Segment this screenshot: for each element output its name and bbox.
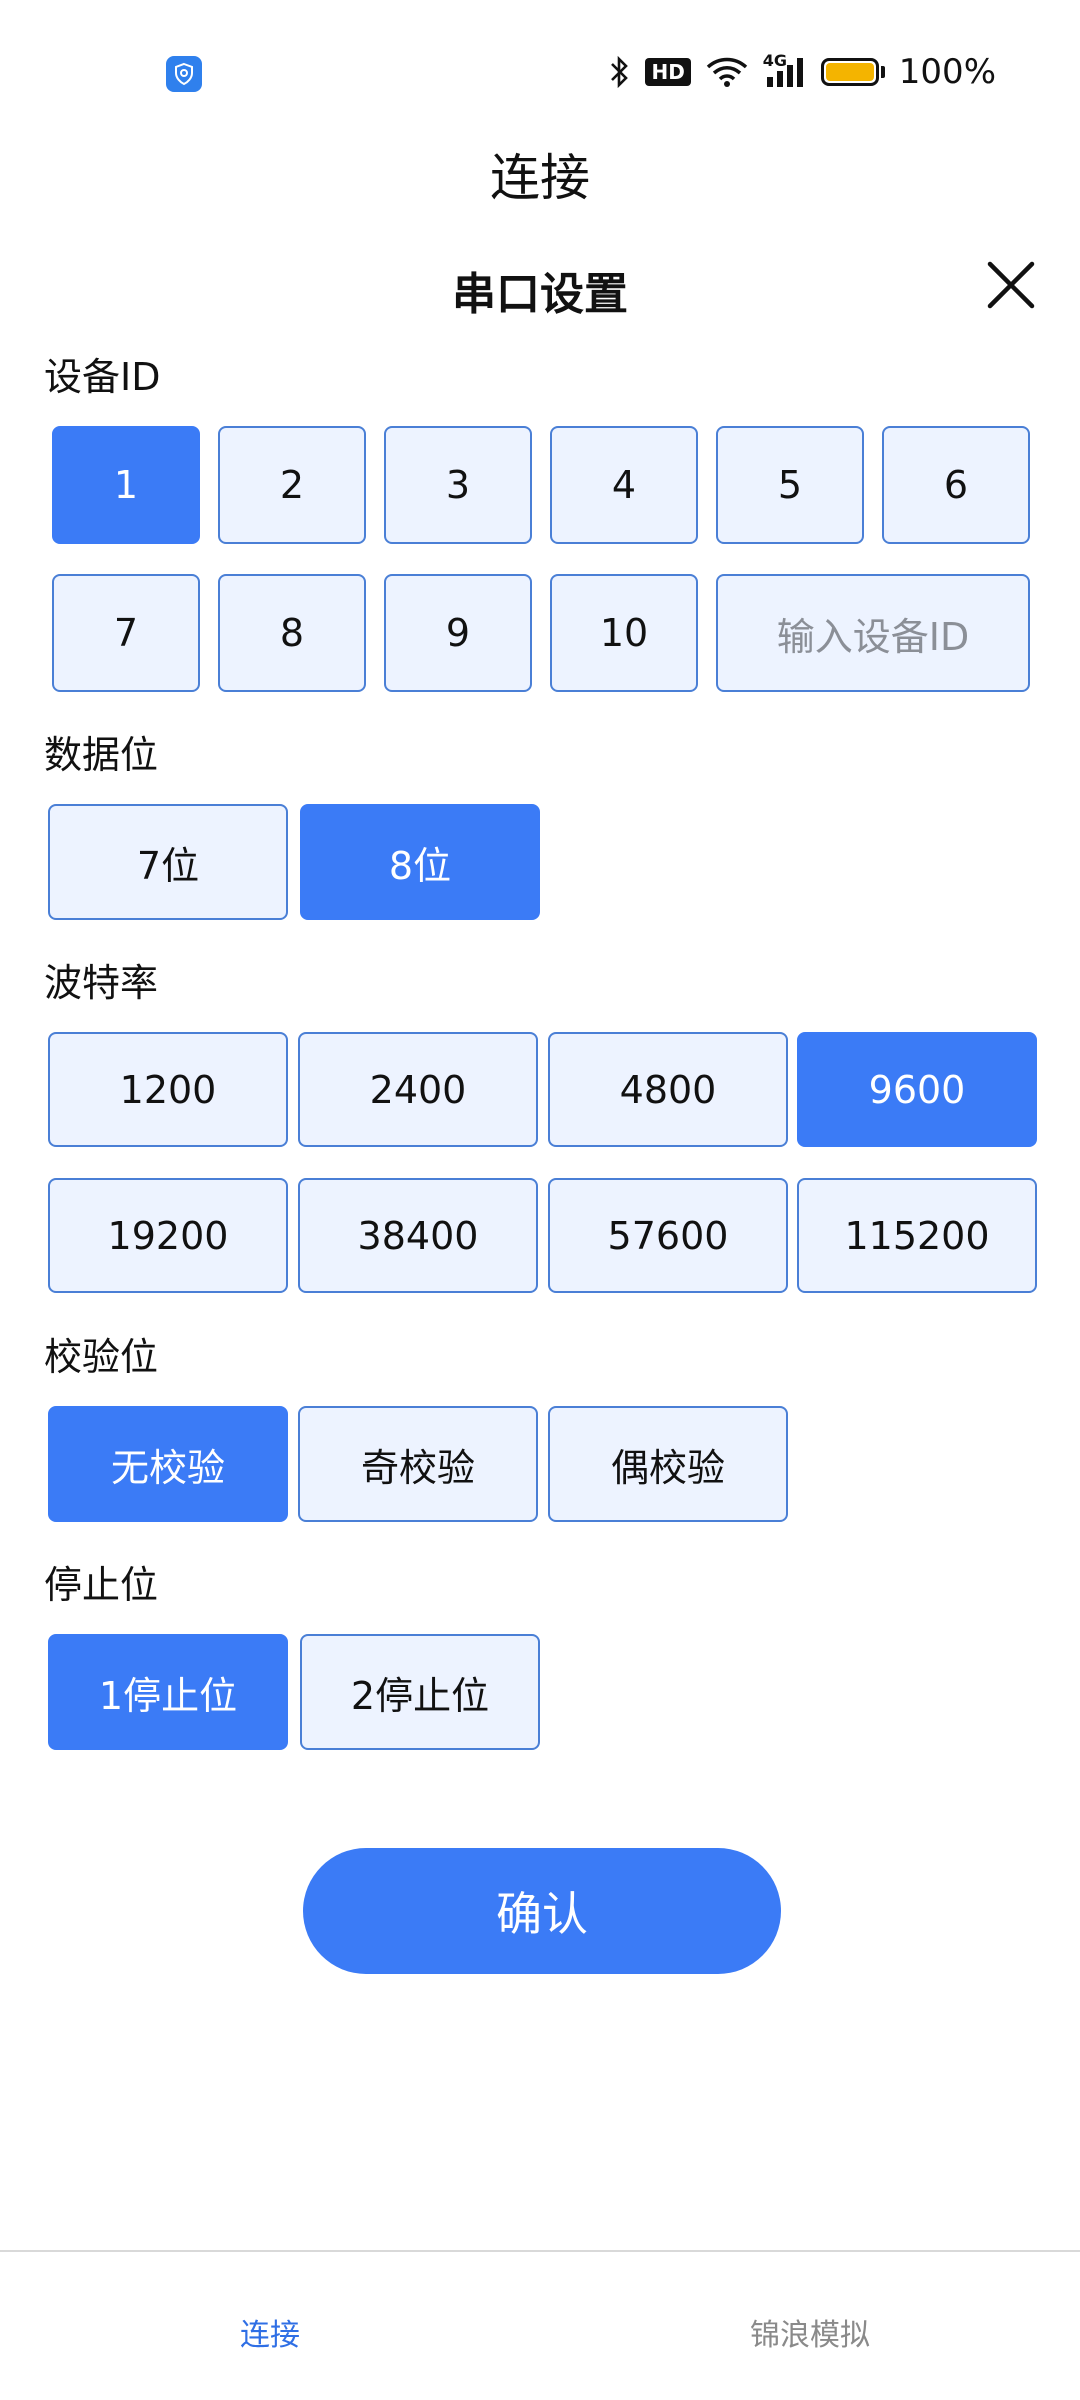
device-id-option-5[interactable]: 5 [716, 426, 864, 544]
device-id-option-3[interactable]: 3 [384, 426, 532, 544]
bottom-nav-divider [0, 2250, 1080, 2252]
stop-bits-option-1[interactable]: 1停止位 [48, 1634, 288, 1750]
baud-rate-option-9600[interactable]: 9600 [797, 1032, 1037, 1147]
battery-icon [820, 58, 885, 86]
battery-fill [825, 63, 874, 81]
device-id-option-7[interactable]: 7 [52, 574, 200, 692]
device-id-option-1[interactable]: 1 [52, 426, 200, 544]
data-bits-option-8[interactable]: 8位 [300, 804, 540, 920]
shield-icon [166, 56, 202, 92]
wifi-icon [705, 55, 749, 89]
data-bits-label: 数据位 [44, 733, 159, 777]
network-type-label: 4G [762, 51, 788, 70]
dialog-title: 串口设置 [452, 269, 628, 320]
parity-label: 校验位 [44, 1335, 159, 1379]
baud-rate-option-1200[interactable]: 1200 [48, 1032, 288, 1147]
baud-rate-option-115200[interactable]: 115200 [797, 1178, 1037, 1293]
baud-rate-option-4800[interactable]: 4800 [548, 1032, 788, 1147]
bottom-tab-jinlang-simulation[interactable]: 锦浪模拟 [750, 2310, 870, 2354]
stop-bits-label: 停止位 [44, 1563, 159, 1607]
device-id-option-8[interactable]: 8 [218, 574, 366, 692]
device-id-option-9[interactable]: 9 [384, 574, 532, 692]
device-id-input[interactable]: 输入设备ID [716, 574, 1030, 692]
stop-bits-option-2[interactable]: 2停止位 [300, 1634, 540, 1750]
data-bits-option-7[interactable]: 7位 [48, 804, 288, 920]
bluetooth-icon [609, 55, 631, 89]
device-id-option-10[interactable]: 10 [550, 574, 698, 692]
close-button[interactable] [982, 256, 1040, 314]
close-icon [987, 261, 1035, 309]
page-title: 连接 [490, 149, 590, 207]
baud-rate-option-38400[interactable]: 38400 [298, 1178, 538, 1293]
device-id-option-6[interactable]: 6 [882, 426, 1030, 544]
baud-rate-label: 波特率 [44, 961, 159, 1005]
baud-rate-option-57600[interactable]: 57600 [548, 1178, 788, 1293]
confirm-button[interactable]: 确认 [303, 1848, 781, 1974]
parity-option-odd[interactable]: 奇校验 [298, 1406, 538, 1522]
baud-rate-option-19200[interactable]: 19200 [48, 1178, 288, 1293]
battery-percent: 100% [898, 52, 996, 92]
baud-rate-option-2400[interactable]: 2400 [298, 1032, 538, 1147]
status-icons: HD 4G 100% [609, 50, 996, 94]
hd-badge: HD [645, 58, 691, 86]
parity-option-none[interactable]: 无校验 [48, 1406, 288, 1522]
device-id-label: 设备ID [44, 355, 161, 399]
device-id-option-4[interactable]: 4 [550, 426, 698, 544]
bottom-tab-connect[interactable]: 连接 [240, 2310, 300, 2354]
signal-icon: 4G [763, 51, 807, 89]
parity-option-even[interactable]: 偶校验 [548, 1406, 788, 1522]
device-id-option-2[interactable]: 2 [218, 426, 366, 544]
